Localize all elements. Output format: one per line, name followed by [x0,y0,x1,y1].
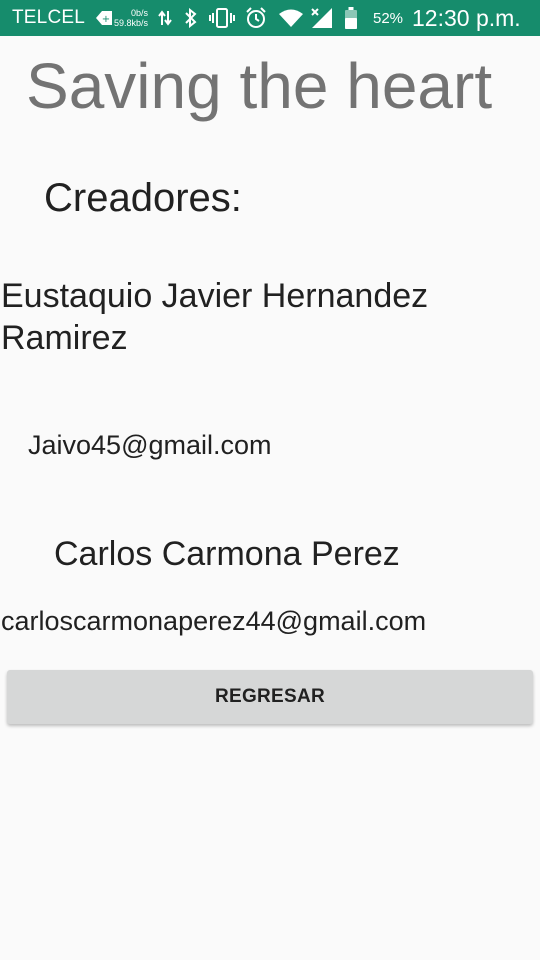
vibrate-icon [209,0,235,36]
creator-name: Eustaquio Javier Hernandez Ramirez [1,277,429,357]
battery-icon [345,0,357,36]
alarm-icon [245,0,267,36]
signal-no-data-icon [310,0,334,36]
creators-heading: Creadores: [44,176,242,220]
creator-email: carloscarmonaperez44@gmail.com [1,606,427,636]
wifi-icon [279,0,303,36]
carrier-name: TELCEL [12,7,86,28]
status-bar: TELCEL + 0b/s 59.8kb/s 52% 12:30 p.m. [0,0,540,36]
status-clock: 12:30 p.m. [412,4,521,31]
net-speed-up: 0b/s [131,8,149,18]
network-speed: 0b/s 59.8kb/s [114,0,148,36]
data-transfer-arrows-icon [158,0,172,36]
creator-name: Carlos Carmona Perez [54,535,400,573]
svg-text:+: + [102,14,110,25]
back-button[interactable]: REGRESAR [7,670,533,724]
bluetooth-icon [184,0,198,36]
data-saver-icon: + [95,0,113,36]
page-title: Saving the heart [26,50,493,122]
battery-percent: 52% [373,9,404,27]
net-speed-down: 59.8kb/s [114,18,149,28]
creator-email: Jaivo45@gmail.com [28,430,272,460]
